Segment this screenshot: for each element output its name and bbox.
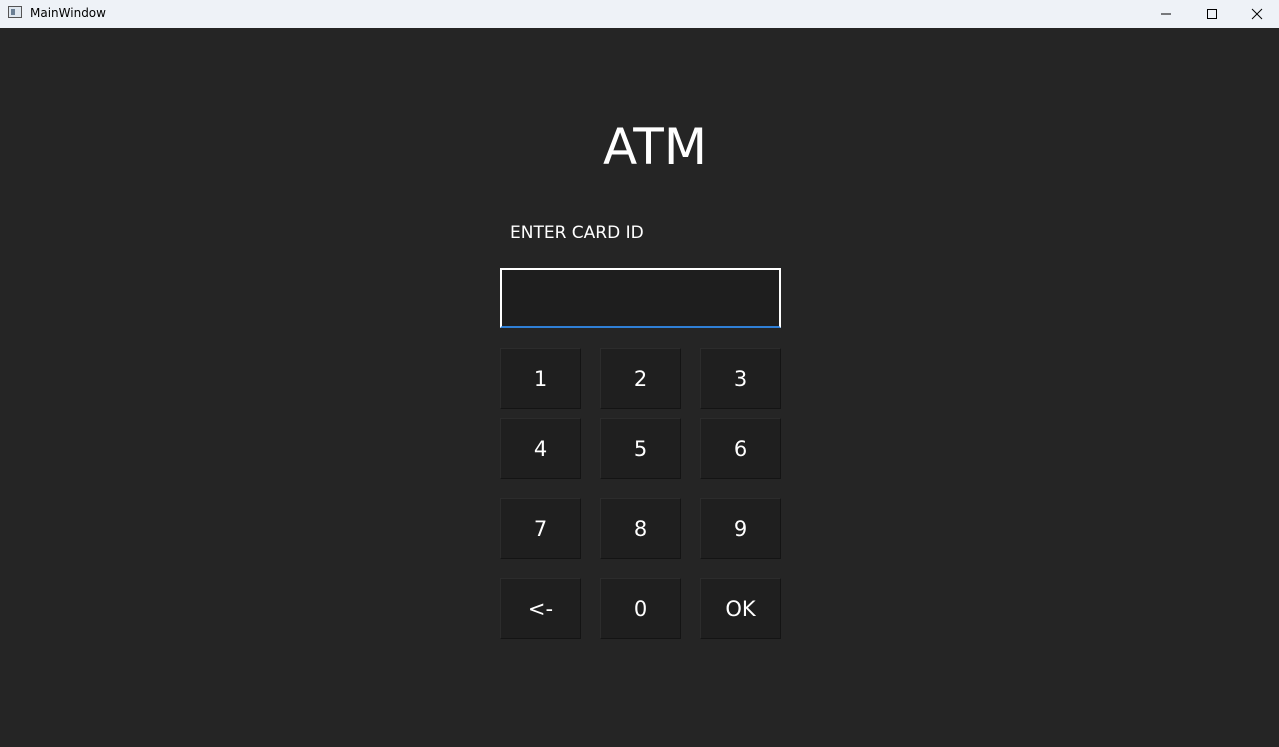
title-bar: MainWindow (0, 0, 1279, 28)
minimize-button[interactable] (1143, 0, 1189, 28)
key-5-button[interactable]: 5 (600, 418, 681, 479)
ok-button[interactable]: OK (700, 578, 781, 639)
key-8-button[interactable]: 8 (600, 498, 681, 559)
atm-title: ATM (602, 118, 707, 176)
key-3-button[interactable]: 3 (700, 348, 781, 409)
maximize-icon (1207, 9, 1217, 19)
key-6-button[interactable]: 6 (700, 418, 781, 479)
key-9-button[interactable]: 9 (700, 498, 781, 559)
maximize-button[interactable] (1189, 0, 1235, 28)
backspace-button[interactable]: <- (500, 578, 581, 639)
card-id-input[interactable] (500, 268, 781, 328)
app-window-icon (8, 6, 22, 18)
minimize-icon (1161, 13, 1171, 15)
close-button[interactable] (1234, 0, 1279, 28)
close-icon (1251, 8, 1263, 20)
key-4-button[interactable]: 4 (500, 418, 581, 479)
key-2-button[interactable]: 2 (600, 348, 681, 409)
atm-panel: ATM ENTER CARD ID 1 2 3 4 5 6 7 8 9 <- 0… (0, 28, 1279, 747)
key-1-button[interactable]: 1 (500, 348, 581, 409)
window-title: MainWindow (30, 6, 106, 20)
key-0-button[interactable]: 0 (600, 578, 681, 639)
key-7-button[interactable]: 7 (500, 498, 581, 559)
card-id-label: ENTER CARD ID (510, 223, 644, 243)
